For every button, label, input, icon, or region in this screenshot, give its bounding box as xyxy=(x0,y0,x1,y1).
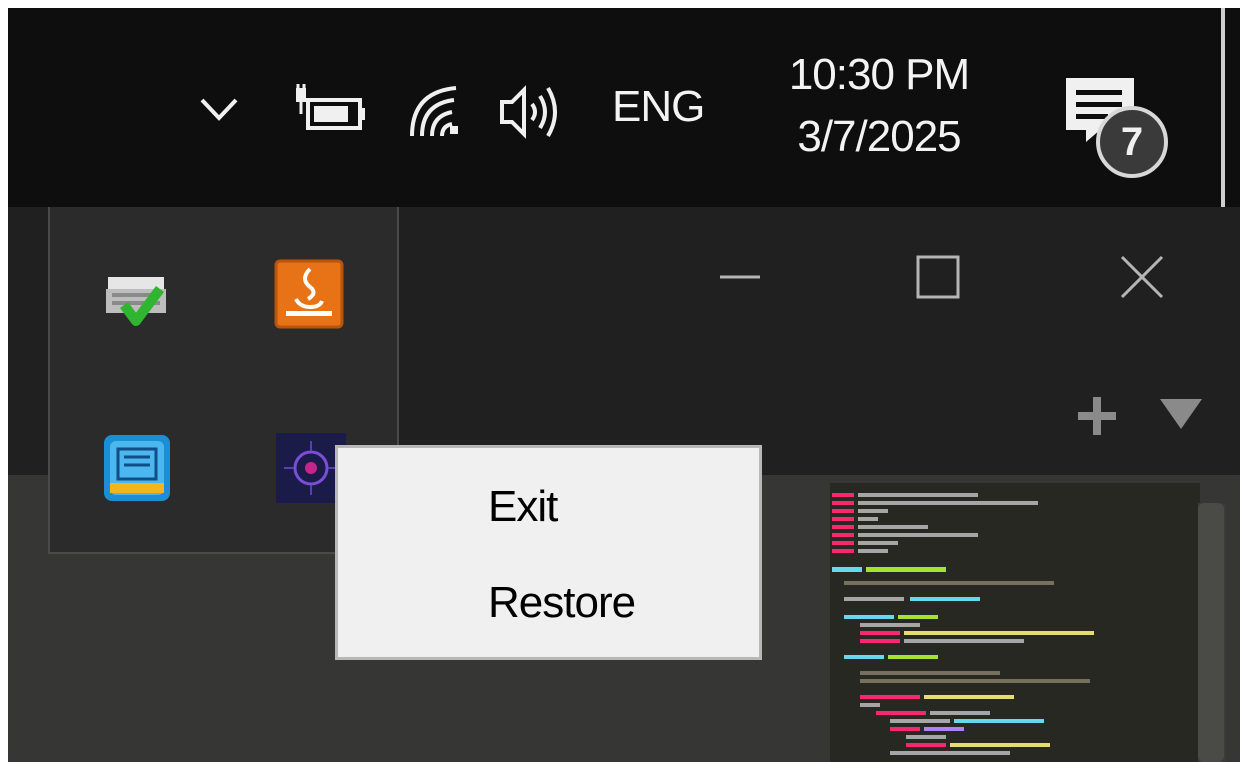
show-desktop-divider[interactable] xyxy=(1221,8,1225,207)
maximize-button[interactable] xyxy=(908,247,968,307)
clock-button[interactable]: 10:30 PM 3/7/2025 xyxy=(774,44,984,168)
battery-button[interactable] xyxy=(290,84,370,136)
language-indicator[interactable]: ENG xyxy=(612,82,705,132)
menu-item-exit[interactable]: Exit xyxy=(338,462,759,552)
minimize-icon xyxy=(720,275,760,279)
clock-time: 10:30 PM xyxy=(788,50,970,99)
taskbar: ENG 10:30 PM 3/7/2025 7 xyxy=(8,8,1240,207)
wifi-icon xyxy=(410,86,458,137)
code-lines-image xyxy=(832,493,1094,755)
notification-badge: 7 xyxy=(1120,120,1144,164)
menu-item-restore[interactable]: Restore xyxy=(338,558,759,648)
code-editor-preview xyxy=(830,483,1200,762)
battery-charging-icon xyxy=(296,84,365,130)
network-button[interactable] xyxy=(406,82,466,140)
tray-printer-app[interactable] xyxy=(102,263,172,333)
close-icon xyxy=(1120,255,1164,299)
add-tab-icon xyxy=(1078,397,1116,435)
clock-date: 3/7/2025 xyxy=(797,112,961,161)
intel-graphics-icon xyxy=(104,435,170,501)
java-icon xyxy=(274,259,344,329)
maximize-icon xyxy=(916,255,960,299)
menu-item-restore-label: Restore xyxy=(488,578,636,627)
tray-context-menu: Exit Restore xyxy=(335,445,762,660)
volume-button[interactable] xyxy=(496,82,566,142)
tray-intel-app[interactable] xyxy=(102,433,172,503)
printer-check-icon xyxy=(106,277,166,326)
minimize-button[interactable] xyxy=(710,247,770,307)
tray-java-app[interactable] xyxy=(274,259,344,329)
new-tab-button[interactable] xyxy=(1074,393,1120,439)
menu-item-exit-label: Exit xyxy=(488,482,558,531)
action-center-button[interactable]: 7 xyxy=(1064,72,1174,182)
dropdown-icon xyxy=(1160,399,1202,429)
tab-dropdown-button[interactable] xyxy=(1158,395,1204,435)
desktop-screen: ENG 10:30 PM 3/7/2025 7 Exit Restore xyxy=(8,8,1240,762)
close-button[interactable] xyxy=(1112,247,1172,307)
volume-icon xyxy=(500,85,557,139)
chevron-up-icon xyxy=(200,98,238,121)
show-hidden-icons-button[interactable] xyxy=(194,88,244,128)
editor-scrollbar-thumb[interactable] xyxy=(1198,503,1224,762)
